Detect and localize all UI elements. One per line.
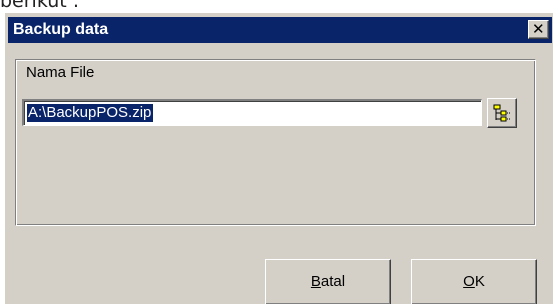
browse-button[interactable] (487, 98, 517, 128)
file-name-value: A:\BackupPOS.zip (27, 104, 154, 122)
cancel-mnemonic: B (310, 273, 321, 290)
cancel-button-label: Batal (311, 260, 345, 304)
dialog-title: Backup data (13, 21, 109, 38)
screenshot-stage: berikut : Backup data ✕ Nama File A:\Bac… (0, 0, 553, 304)
close-button[interactable]: ✕ (528, 20, 549, 39)
ok-mnemonic: O (463, 273, 475, 290)
backup-dialog: Backup data ✕ Nama File A:\BackupPOS.zip (5, 13, 553, 304)
folder-tree-icon (493, 104, 511, 122)
file-group-box (15, 59, 536, 226)
ok-button-label: OK (463, 260, 485, 304)
cancel-button[interactable]: Batal (265, 259, 391, 304)
cancel-label-rest: atal (320, 273, 346, 290)
page-text-fragment: berikut : (0, 0, 80, 12)
file-name-input[interactable]: A:\BackupPOS.zip (22, 99, 482, 126)
close-icon: ✕ (532, 20, 545, 38)
ok-button[interactable]: OK (411, 259, 537, 304)
ok-label-rest: K (474, 273, 485, 290)
file-name-label: Nama File (26, 64, 95, 81)
dialog-titlebar[interactable]: Backup data ✕ (8, 17, 552, 43)
